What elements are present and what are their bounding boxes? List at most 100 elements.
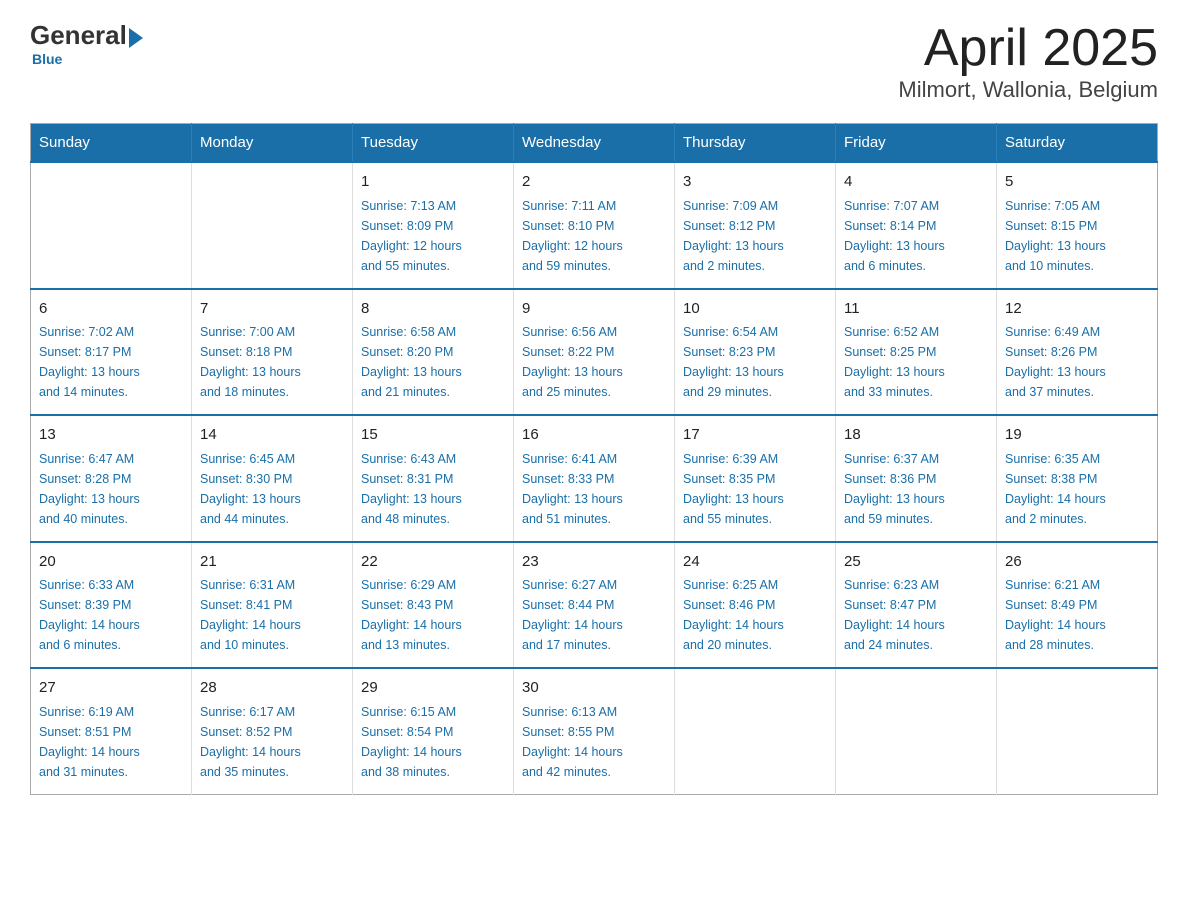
calendar-cell bbox=[31, 162, 192, 289]
calendar-cell: 22Sunrise: 6:29 AMSunset: 8:43 PMDayligh… bbox=[353, 542, 514, 669]
calendar-cell: 25Sunrise: 6:23 AMSunset: 8:47 PMDayligh… bbox=[836, 542, 997, 669]
calendar-cell bbox=[192, 162, 353, 289]
day-info: Sunrise: 6:58 AMSunset: 8:20 PMDaylight:… bbox=[361, 322, 505, 402]
title-block: April 2025 Milmort, Wallonia, Belgium bbox=[898, 20, 1158, 103]
day-number: 14 bbox=[200, 424, 344, 447]
page-subtitle: Milmort, Wallonia, Belgium bbox=[898, 77, 1158, 103]
day-info: Sunrise: 6:33 AMSunset: 8:39 PMDaylight:… bbox=[39, 575, 183, 655]
calendar-cell: 8Sunrise: 6:58 AMSunset: 8:20 PMDaylight… bbox=[353, 289, 514, 416]
day-number: 17 bbox=[683, 424, 827, 447]
calendar-cell: 17Sunrise: 6:39 AMSunset: 8:35 PMDayligh… bbox=[675, 415, 836, 542]
day-info: Sunrise: 6:56 AMSunset: 8:22 PMDaylight:… bbox=[522, 322, 666, 402]
calendar-cell: 13Sunrise: 6:47 AMSunset: 8:28 PMDayligh… bbox=[31, 415, 192, 542]
calendar-body: 1Sunrise: 7:13 AMSunset: 8:09 PMDaylight… bbox=[31, 162, 1158, 794]
calendar-cell: 18Sunrise: 6:37 AMSunset: 8:36 PMDayligh… bbox=[836, 415, 997, 542]
calendar-week-1: 1Sunrise: 7:13 AMSunset: 8:09 PMDaylight… bbox=[31, 162, 1158, 289]
day-info: Sunrise: 7:00 AMSunset: 8:18 PMDaylight:… bbox=[200, 322, 344, 402]
calendar-cell: 3Sunrise: 7:09 AMSunset: 8:12 PMDaylight… bbox=[675, 162, 836, 289]
calendar-cell: 12Sunrise: 6:49 AMSunset: 8:26 PMDayligh… bbox=[997, 289, 1158, 416]
day-number: 24 bbox=[683, 551, 827, 574]
day-info: Sunrise: 6:25 AMSunset: 8:46 PMDaylight:… bbox=[683, 575, 827, 655]
calendar-cell: 28Sunrise: 6:17 AMSunset: 8:52 PMDayligh… bbox=[192, 668, 353, 794]
day-info: Sunrise: 6:13 AMSunset: 8:55 PMDaylight:… bbox=[522, 702, 666, 782]
calendar-cell bbox=[836, 668, 997, 794]
day-info: Sunrise: 7:02 AMSunset: 8:17 PMDaylight:… bbox=[39, 322, 183, 402]
logo-blue-text: Blue bbox=[32, 51, 62, 67]
calendar-week-4: 20Sunrise: 6:33 AMSunset: 8:39 PMDayligh… bbox=[31, 542, 1158, 669]
calendar-cell: 4Sunrise: 7:07 AMSunset: 8:14 PMDaylight… bbox=[836, 162, 997, 289]
day-number: 8 bbox=[361, 298, 505, 321]
calendar-cell: 21Sunrise: 6:31 AMSunset: 8:41 PMDayligh… bbox=[192, 542, 353, 669]
day-number: 9 bbox=[522, 298, 666, 321]
day-info: Sunrise: 6:45 AMSunset: 8:30 PMDaylight:… bbox=[200, 449, 344, 529]
calendar-header: SundayMondayTuesdayWednesdayThursdayFrid… bbox=[31, 124, 1158, 163]
calendar-cell: 9Sunrise: 6:56 AMSunset: 8:22 PMDaylight… bbox=[514, 289, 675, 416]
day-info: Sunrise: 6:15 AMSunset: 8:54 PMDaylight:… bbox=[361, 702, 505, 782]
day-number: 6 bbox=[39, 298, 183, 321]
day-info: Sunrise: 6:17 AMSunset: 8:52 PMDaylight:… bbox=[200, 702, 344, 782]
day-info: Sunrise: 6:47 AMSunset: 8:28 PMDaylight:… bbox=[39, 449, 183, 529]
logo: General Blue bbox=[30, 20, 143, 67]
day-number: 27 bbox=[39, 677, 183, 700]
calendar-cell: 6Sunrise: 7:02 AMSunset: 8:17 PMDaylight… bbox=[31, 289, 192, 416]
calendar-cell: 2Sunrise: 7:11 AMSunset: 8:10 PMDaylight… bbox=[514, 162, 675, 289]
logo-general-text: General bbox=[30, 20, 127, 51]
day-number: 21 bbox=[200, 551, 344, 574]
header-day-friday: Friday bbox=[836, 124, 997, 163]
day-info: Sunrise: 6:52 AMSunset: 8:25 PMDaylight:… bbox=[844, 322, 988, 402]
day-info: Sunrise: 7:07 AMSunset: 8:14 PMDaylight:… bbox=[844, 196, 988, 276]
day-number: 22 bbox=[361, 551, 505, 574]
header-day-monday: Monday bbox=[192, 124, 353, 163]
calendar-cell: 24Sunrise: 6:25 AMSunset: 8:46 PMDayligh… bbox=[675, 542, 836, 669]
calendar-cell: 27Sunrise: 6:19 AMSunset: 8:51 PMDayligh… bbox=[31, 668, 192, 794]
calendar-cell: 30Sunrise: 6:13 AMSunset: 8:55 PMDayligh… bbox=[514, 668, 675, 794]
day-info: Sunrise: 7:11 AMSunset: 8:10 PMDaylight:… bbox=[522, 196, 666, 276]
day-number: 16 bbox=[522, 424, 666, 447]
day-info: Sunrise: 6:27 AMSunset: 8:44 PMDaylight:… bbox=[522, 575, 666, 655]
day-info: Sunrise: 7:13 AMSunset: 8:09 PMDaylight:… bbox=[361, 196, 505, 276]
page-title: April 2025 bbox=[898, 20, 1158, 77]
day-number: 10 bbox=[683, 298, 827, 321]
calendar-cell: 19Sunrise: 6:35 AMSunset: 8:38 PMDayligh… bbox=[997, 415, 1158, 542]
header-day-wednesday: Wednesday bbox=[514, 124, 675, 163]
day-number: 13 bbox=[39, 424, 183, 447]
day-number: 30 bbox=[522, 677, 666, 700]
calendar-cell: 7Sunrise: 7:00 AMSunset: 8:18 PMDaylight… bbox=[192, 289, 353, 416]
day-info: Sunrise: 6:21 AMSunset: 8:49 PMDaylight:… bbox=[1005, 575, 1149, 655]
day-info: Sunrise: 6:39 AMSunset: 8:35 PMDaylight:… bbox=[683, 449, 827, 529]
calendar-cell: 29Sunrise: 6:15 AMSunset: 8:54 PMDayligh… bbox=[353, 668, 514, 794]
calendar-cell: 16Sunrise: 6:41 AMSunset: 8:33 PMDayligh… bbox=[514, 415, 675, 542]
day-info: Sunrise: 6:19 AMSunset: 8:51 PMDaylight:… bbox=[39, 702, 183, 782]
calendar-cell: 11Sunrise: 6:52 AMSunset: 8:25 PMDayligh… bbox=[836, 289, 997, 416]
day-info: Sunrise: 6:35 AMSunset: 8:38 PMDaylight:… bbox=[1005, 449, 1149, 529]
day-info: Sunrise: 6:41 AMSunset: 8:33 PMDaylight:… bbox=[522, 449, 666, 529]
calendar-cell: 15Sunrise: 6:43 AMSunset: 8:31 PMDayligh… bbox=[353, 415, 514, 542]
day-info: Sunrise: 7:09 AMSunset: 8:12 PMDaylight:… bbox=[683, 196, 827, 276]
day-number: 20 bbox=[39, 551, 183, 574]
day-number: 23 bbox=[522, 551, 666, 574]
calendar-cell: 14Sunrise: 6:45 AMSunset: 8:30 PMDayligh… bbox=[192, 415, 353, 542]
day-number: 29 bbox=[361, 677, 505, 700]
day-info: Sunrise: 6:23 AMSunset: 8:47 PMDaylight:… bbox=[844, 575, 988, 655]
day-info: Sunrise: 6:54 AMSunset: 8:23 PMDaylight:… bbox=[683, 322, 827, 402]
day-number: 5 bbox=[1005, 171, 1149, 194]
header-day-tuesday: Tuesday bbox=[353, 124, 514, 163]
day-info: Sunrise: 6:31 AMSunset: 8:41 PMDaylight:… bbox=[200, 575, 344, 655]
day-number: 1 bbox=[361, 171, 505, 194]
day-info: Sunrise: 6:29 AMSunset: 8:43 PMDaylight:… bbox=[361, 575, 505, 655]
page-header: General Blue April 2025 Milmort, Walloni… bbox=[30, 20, 1158, 103]
day-number: 19 bbox=[1005, 424, 1149, 447]
logo-arrow-icon bbox=[129, 28, 143, 48]
calendar-cell bbox=[675, 668, 836, 794]
header-day-saturday: Saturday bbox=[997, 124, 1158, 163]
day-number: 18 bbox=[844, 424, 988, 447]
calendar-week-3: 13Sunrise: 6:47 AMSunset: 8:28 PMDayligh… bbox=[31, 415, 1158, 542]
calendar-cell: 26Sunrise: 6:21 AMSunset: 8:49 PMDayligh… bbox=[997, 542, 1158, 669]
calendar-cell: 23Sunrise: 6:27 AMSunset: 8:44 PMDayligh… bbox=[514, 542, 675, 669]
day-info: Sunrise: 6:37 AMSunset: 8:36 PMDaylight:… bbox=[844, 449, 988, 529]
calendar-cell: 20Sunrise: 6:33 AMSunset: 8:39 PMDayligh… bbox=[31, 542, 192, 669]
day-number: 2 bbox=[522, 171, 666, 194]
day-info: Sunrise: 7:05 AMSunset: 8:15 PMDaylight:… bbox=[1005, 196, 1149, 276]
header-row: SundayMondayTuesdayWednesdayThursdayFrid… bbox=[31, 124, 1158, 163]
day-number: 4 bbox=[844, 171, 988, 194]
